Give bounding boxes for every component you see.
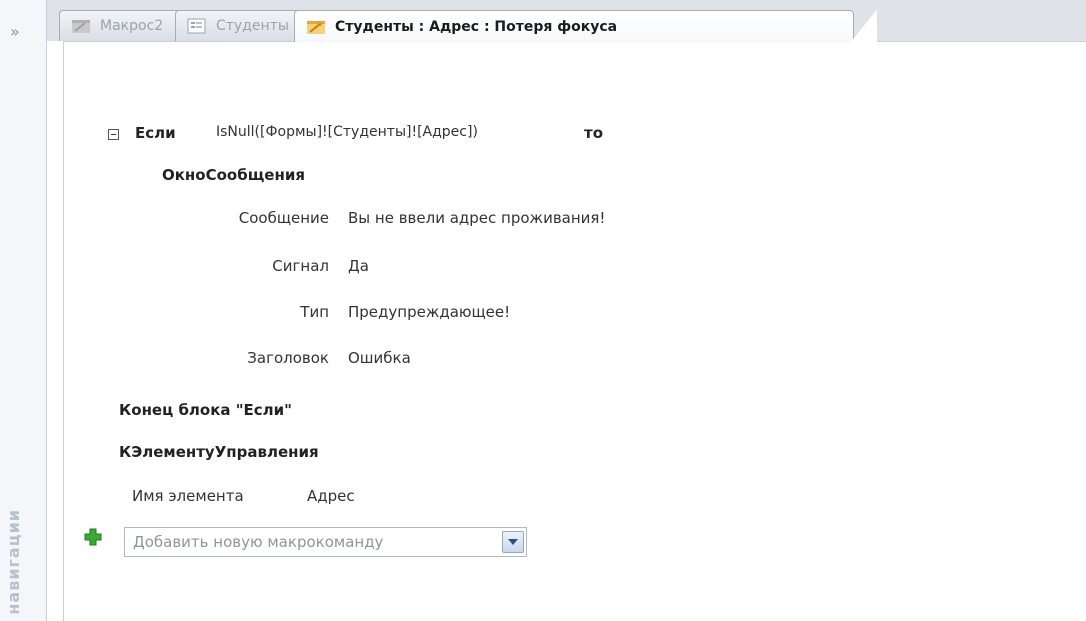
then-keyword: то: [584, 124, 603, 142]
arg-value-title[interactable]: Ошибка: [348, 349, 411, 367]
macro-icon: [72, 20, 90, 33]
expand-nav-chevron-icon[interactable]: »: [10, 22, 20, 41]
tab-label: Студенты : Адрес : Потеря фокуса: [335, 18, 618, 35]
arg-label-message: Сообщение: [238, 209, 329, 227]
tab-macro2[interactable]: Макрос2: [59, 10, 187, 41]
action-name-gotocontrol[interactable]: КЭлементуУправления: [119, 443, 319, 461]
form-icon: [187, 18, 206, 34]
tab-label: Макрос2: [100, 18, 164, 34]
arg-label-title: Заголовок: [247, 349, 329, 367]
add-action-plus-icon[interactable]: [84, 528, 102, 546]
arg-label-type: Тип: [300, 303, 329, 321]
tab-students-form[interactable]: Студенты: [175, 10, 305, 41]
macro-designer: Если IsNull([Формы]![Студенты]![Адрес]) …: [63, 41, 1086, 621]
arg-value-control-name[interactable]: Адрес: [307, 487, 355, 505]
if-condition[interactable]: IsNull([Формы]![Студенты]![Адрес]): [216, 124, 478, 140]
tab-students-address-lostfocus[interactable]: Студенты : Адрес : Потеря фокуса: [294, 10, 877, 42]
collapse-block-icon[interactable]: [108, 129, 119, 140]
add-new-action-combobox[interactable]: Добавить новую макрокоманду: [124, 527, 527, 557]
arg-label-beep: Сигнал: [272, 257, 329, 275]
add-action-placeholder: Добавить новую макрокоманду: [133, 533, 384, 551]
arg-label-control-name: Имя элемента: [132, 487, 244, 505]
arg-value-type[interactable]: Предупреждающее!: [348, 303, 510, 321]
navigation-pane-label: навигации: [4, 509, 23, 615]
arg-value-beep[interactable]: Да: [348, 257, 369, 275]
document-tab-bar: Макрос2 Студенты Студенты : Адрес : Поте…: [47, 0, 1086, 42]
macro-icon: [307, 20, 325, 34]
arg-value-message[interactable]: Вы не ввели адрес проживания!: [348, 209, 605, 227]
if-keyword: Если: [135, 124, 176, 142]
tab-label: Студенты: [216, 18, 289, 34]
action-name-messagebox[interactable]: ОкноСообщения: [162, 166, 305, 184]
end-if-label: Конец блока "Если": [119, 401, 292, 419]
dropdown-arrow-icon[interactable]: [502, 531, 524, 553]
navigation-pane-collapsed[interactable]: » навигации: [0, 0, 47, 621]
